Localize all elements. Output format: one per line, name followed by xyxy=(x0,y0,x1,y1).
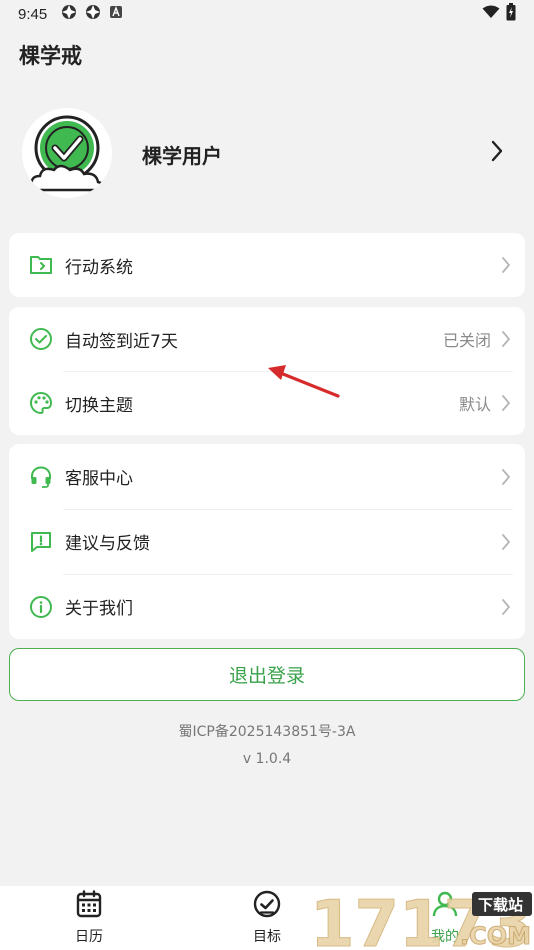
battery-icon xyxy=(506,3,516,25)
chevron-right-icon xyxy=(501,468,511,486)
menu-label: 切换主题 xyxy=(65,395,133,416)
annotation-arrow xyxy=(268,365,340,398)
menu-value: 已关闭 xyxy=(442,331,491,350)
menu-label: 自动签到近7天 xyxy=(65,331,178,352)
feedback-icon xyxy=(29,530,53,554)
page-title: 棵学戒 xyxy=(19,44,82,68)
menu-item-about-us[interactable]: 关于我们 xyxy=(9,574,525,639)
support-card: 客服中心 建议与反馈 关于我们 xyxy=(9,444,525,639)
nav-label: 日历 xyxy=(75,929,103,945)
menu-item-action-system[interactable]: 行动系统 xyxy=(9,233,525,297)
watermark-logo: 17173 下载站 .COM xyxy=(310,888,534,950)
action-card: 行动系统 xyxy=(9,233,525,297)
chevron-right-icon xyxy=(501,598,511,616)
icp-text: 蜀ICP备2025143851号-3A xyxy=(178,724,356,740)
chevron-right-icon[interactable] xyxy=(490,140,504,166)
menu-value: 默认 xyxy=(458,395,491,414)
notification-a-icon xyxy=(109,5,123,23)
palette-icon xyxy=(29,391,53,415)
chevron-right-icon xyxy=(501,256,511,274)
watermark-domain: .COM xyxy=(460,922,531,950)
menu-label: 客服中心 xyxy=(65,469,133,489)
logout-button[interactable]: 退出登录 xyxy=(9,648,525,701)
menu-label: 关于我们 xyxy=(65,599,133,619)
menu-label: 建议与反馈 xyxy=(65,534,150,554)
menu-item-feedback[interactable]: 建议与反馈 xyxy=(9,509,525,574)
headset-icon xyxy=(29,465,53,489)
nav-item-calendar[interactable]: 日历 xyxy=(0,886,178,950)
menu-item-customer-service[interactable]: 客服中心 xyxy=(9,444,525,509)
watermark-tag: 下载站 xyxy=(478,896,523,914)
chevron-right-icon xyxy=(501,330,511,348)
nav-label: 目标 xyxy=(253,929,281,945)
chevron-right-icon xyxy=(501,533,511,551)
avatar[interactable] xyxy=(22,108,112,198)
info-icon xyxy=(29,595,53,619)
check-circle-icon xyxy=(29,327,53,351)
chevron-right-icon xyxy=(501,394,511,412)
username: 棵学用户 xyxy=(142,144,222,168)
app-icon xyxy=(61,4,77,24)
status-bar: 9:45 xyxy=(0,0,534,28)
version-text: v 1.0.4 xyxy=(242,751,292,767)
menu-label: 行动系统 xyxy=(65,257,133,278)
wifi-icon xyxy=(482,5,500,23)
app-icon xyxy=(85,4,101,24)
status-time: 9:45 xyxy=(18,5,48,23)
profile-header[interactable]: 棵学用户 xyxy=(0,100,534,204)
folder-icon xyxy=(29,253,53,277)
check-circle-cloud-icon xyxy=(22,108,112,198)
calendar-icon xyxy=(76,890,102,922)
target-check-icon xyxy=(253,890,281,922)
